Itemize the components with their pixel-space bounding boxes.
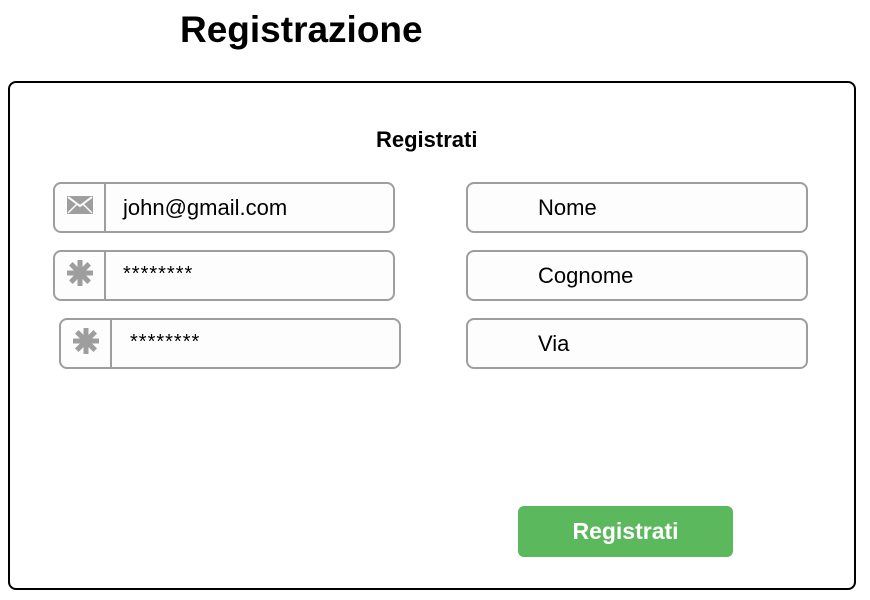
page-title: Registrazione [180, 9, 423, 50]
email-value: john@gmail.com [123, 194, 288, 220]
cognome-field[interactable]: Cognome [466, 250, 808, 301]
password-value: ******** [123, 262, 194, 285]
password-addon [55, 252, 106, 299]
via-value: Via [538, 330, 570, 356]
password-confirm-field[interactable]: ******** [59, 318, 401, 369]
form-title: Registrati [376, 127, 478, 152]
nome-field[interactable]: Nome [466, 182, 808, 233]
asterisk-icon [66, 259, 94, 292]
password-field[interactable]: ******** [53, 250, 395, 301]
email-field[interactable]: john@gmail.com [53, 182, 395, 233]
asterisk-icon [72, 327, 100, 360]
via-field[interactable]: Via [466, 318, 808, 369]
password-confirm-value: ******** [130, 330, 201, 353]
nome-value: Nome [538, 194, 597, 220]
register-button[interactable]: Registrati [518, 506, 733, 557]
email-addon [55, 184, 106, 231]
cognome-value: Cognome [538, 262, 634, 288]
envelope-icon [66, 196, 93, 219]
password-confirm-addon [61, 320, 112, 367]
